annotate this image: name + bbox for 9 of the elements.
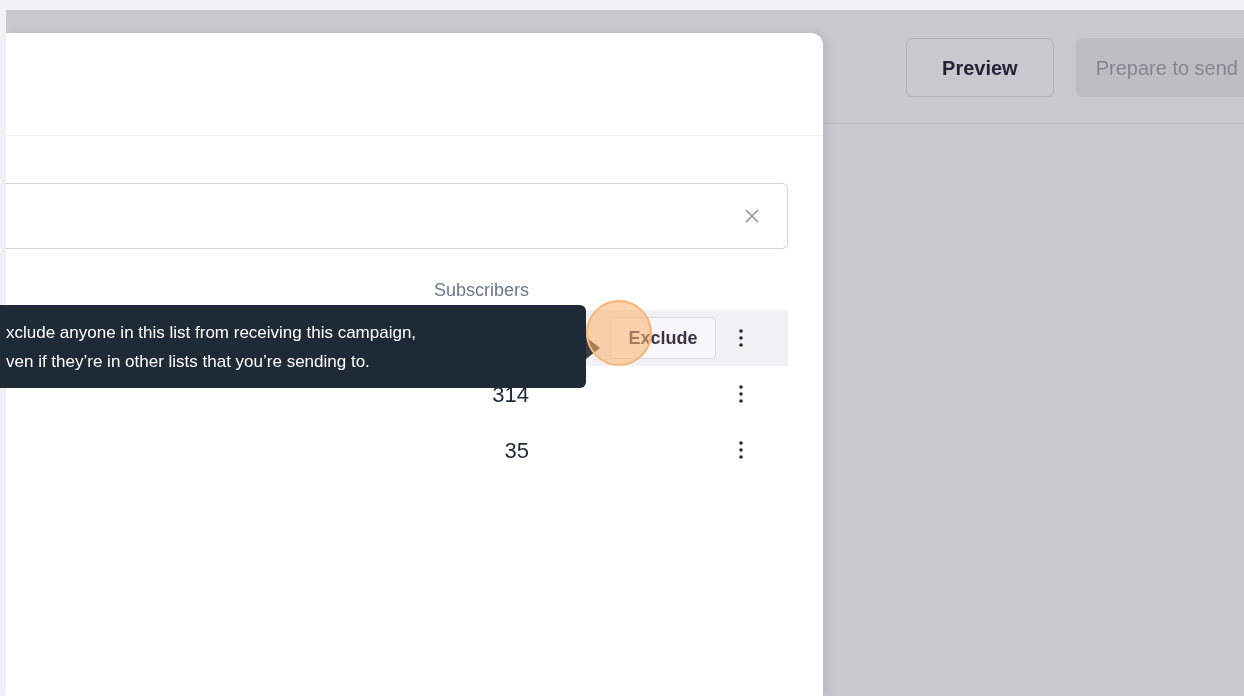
more-options-icon[interactable]: [739, 329, 743, 347]
more-options-icon[interactable]: [739, 385, 743, 403]
tooltip-arrow-icon: [586, 337, 600, 359]
subscriber-count: 35: [504, 437, 529, 463]
preview-button[interactable]: Preview: [906, 38, 1054, 97]
close-icon[interactable]: [745, 209, 759, 223]
search-field[interactable]: [6, 183, 788, 249]
column-header: Subscribers: [433, 280, 529, 300]
more-options-icon[interactable]: [739, 441, 743, 459]
